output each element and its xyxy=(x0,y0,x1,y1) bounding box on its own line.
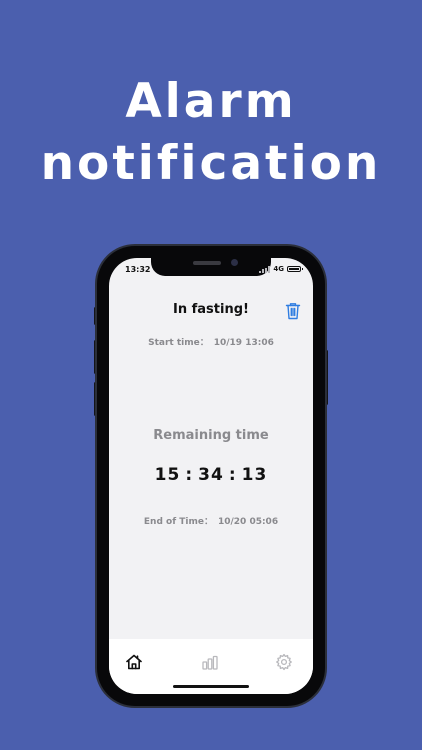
countdown-minutes: 34 xyxy=(198,465,224,485)
page-title: In fasting! xyxy=(173,302,249,317)
status-indicators: 4G xyxy=(259,265,303,273)
network-label: 4G xyxy=(273,265,284,273)
home-icon[interactable] xyxy=(125,653,143,671)
gear-icon[interactable] xyxy=(275,653,293,671)
phone-frame: 13:32 4G In fasting! Start time： 10/19 13… xyxy=(97,246,325,706)
start-time-label: Start time： xyxy=(148,338,209,348)
signal-icon xyxy=(259,265,271,273)
battery-icon xyxy=(287,266,303,272)
phone-screen: 13:32 4G In fasting! Start time： 10/19 13… xyxy=(109,258,313,694)
start-time-row: Start time： 10/19 13:06 xyxy=(109,335,313,348)
countdown-separator: : xyxy=(185,465,194,485)
front-camera xyxy=(231,259,238,266)
phone-notch xyxy=(151,258,271,276)
end-time-label: End of Time： xyxy=(143,517,213,527)
countdown-separator: : xyxy=(228,465,237,485)
end-time-row: End of Time： 10/20 05:06 xyxy=(109,514,313,527)
end-time-value: 10/20 05:06 xyxy=(217,517,279,527)
tab-bar xyxy=(109,639,313,694)
trash-icon[interactable] xyxy=(285,302,301,320)
promo-headline-line2: notification xyxy=(40,136,382,191)
status-time: 13:32 xyxy=(125,265,151,274)
start-time-value: 10/19 13:06 xyxy=(213,338,274,348)
bar-chart-icon[interactable] xyxy=(201,653,219,671)
countdown-hours: 15 xyxy=(154,465,181,485)
remaining-time-label: Remaining time xyxy=(153,428,269,443)
home-indicator xyxy=(173,685,249,688)
speaker-grille xyxy=(193,261,221,265)
countdown-seconds: 13 xyxy=(241,465,268,485)
phone-power-button xyxy=(325,350,328,405)
countdown-timer: 15:34:13 xyxy=(109,465,313,485)
promo-headline-line1: Alarm xyxy=(125,74,297,129)
